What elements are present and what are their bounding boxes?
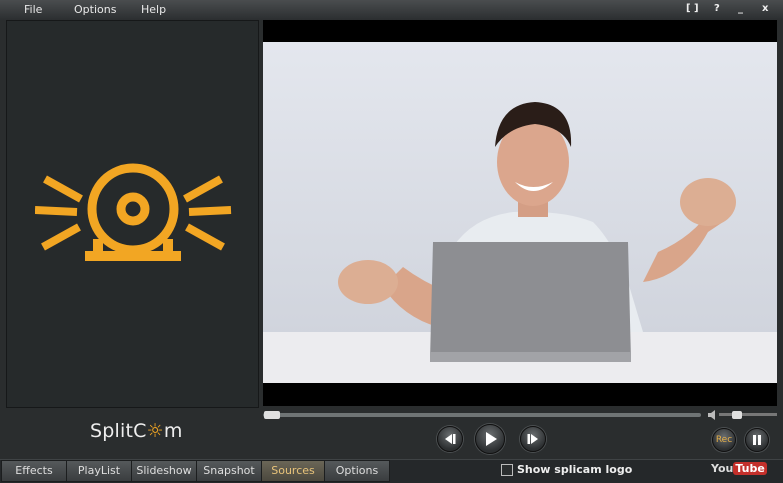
close-button[interactable]: x <box>762 3 768 14</box>
play-button[interactable] <box>475 424 505 454</box>
pause-icon <box>753 435 761 445</box>
prev-icon <box>445 434 456 444</box>
next-button[interactable] <box>520 426 546 452</box>
brand-c: C <box>133 420 147 442</box>
tab-options[interactable]: Options <box>324 460 390 482</box>
menu-file[interactable]: File <box>24 3 42 16</box>
pause-button[interactable] <box>745 428 769 452</box>
record-button[interactable]: Rec <box>712 428 736 452</box>
play-icon <box>486 432 497 446</box>
tab-snapshot[interactable]: Snapshot <box>196 460 262 482</box>
tab-sources[interactable]: Sources <box>261 460 325 482</box>
youtube-tube: Tube <box>733 462 767 475</box>
previous-button[interactable] <box>437 426 463 452</box>
volume-slider[interactable] <box>719 413 777 416</box>
camera-feed-image <box>263 42 777 383</box>
show-logo-label[interactable]: Show splicam logo <box>517 463 632 476</box>
seek-bar[interactable] <box>263 413 701 417</box>
brand-sun-icon: ☼ <box>146 420 164 442</box>
tab-playlist[interactable]: PlayList <box>66 460 132 482</box>
tab-effects[interactable]: Effects <box>1 460 67 482</box>
record-icon: Rec <box>715 435 733 445</box>
video-display[interactable] <box>263 20 777 406</box>
help-button[interactable]: ? <box>714 3 720 14</box>
next-icon <box>527 434 538 444</box>
brand-prefix: Split <box>90 420 134 442</box>
menu-options[interactable]: Options <box>74 3 116 16</box>
youtube-you: You <box>711 462 734 475</box>
show-logo-checkbox[interactable] <box>501 464 513 476</box>
webcam-logo-icon <box>35 163 232 261</box>
tab-slideshow[interactable]: Slideshow <box>131 460 197 482</box>
volume-icon[interactable] <box>708 409 718 421</box>
volume-handle[interactable] <box>732 411 742 419</box>
brand-suffix: m <box>163 420 183 442</box>
source-preview-panel <box>6 20 259 408</box>
splitcam-brand-logo: SplitC☼m <box>90 420 183 442</box>
youtube-button[interactable]: You Tube <box>711 462 767 475</box>
fullscreen-button[interactable]: [ ] <box>686 3 699 14</box>
minimize-button[interactable]: _ <box>738 3 743 14</box>
title-bar: File Options Help [ ] ? _ x <box>0 0 783 20</box>
menu-help[interactable]: Help <box>141 3 166 16</box>
seek-handle[interactable] <box>264 411 280 419</box>
